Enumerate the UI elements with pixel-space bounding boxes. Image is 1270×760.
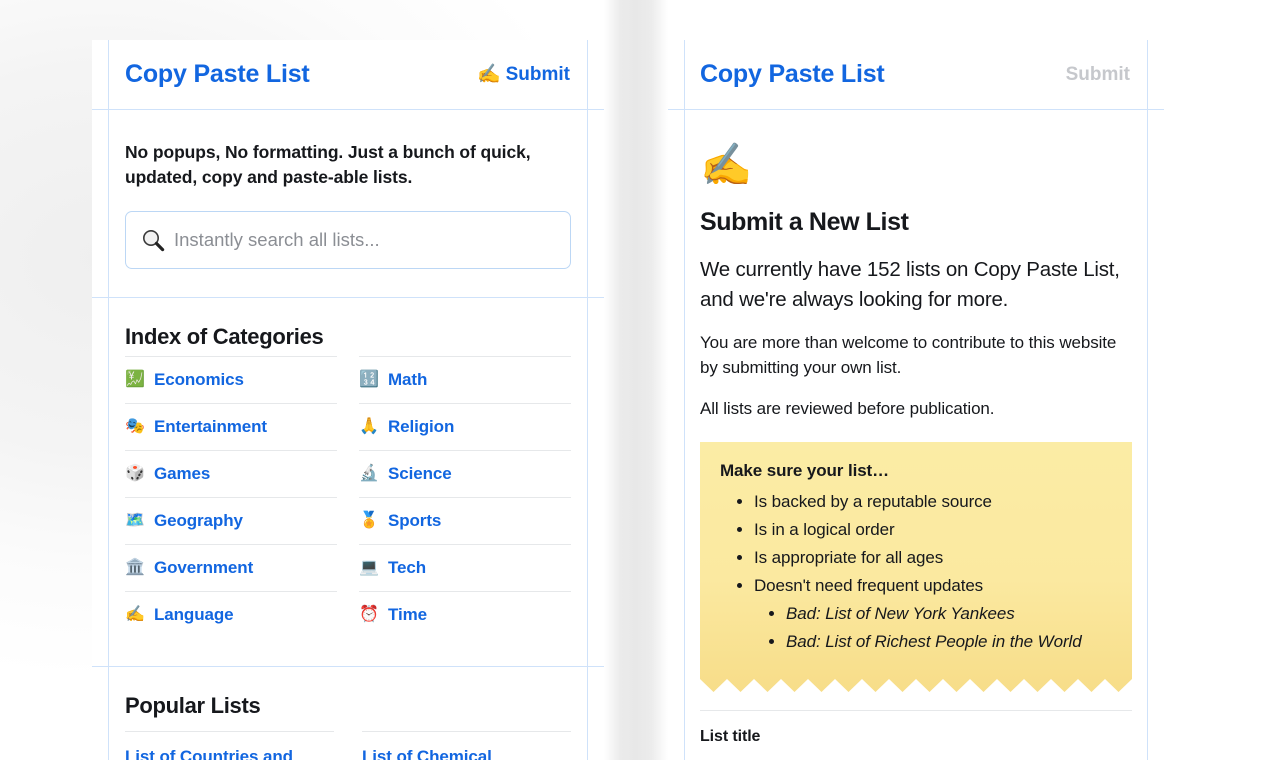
category-item-label: Religion	[388, 417, 455, 436]
popular-list-item[interactable]: List of Chemical	[362, 731, 571, 760]
category-item-label: Government	[154, 558, 254, 577]
guidelines-note: Make sure your list… Is backed by a repu…	[700, 442, 1132, 692]
guidelines-note-body: Make sure your list… Is backed by a repu…	[700, 442, 1132, 692]
alarm-clock-emoji: ⏰	[359, 606, 379, 623]
body-paragraph-1: You are more than welcome to contribute …	[700, 333, 1117, 377]
categories-section: Index of Categories 💹 Economics 🔢 Math 🎭 Ente…	[92, 298, 604, 666]
category-item-games[interactable]: 🎲 Games	[125, 450, 337, 497]
site-logo-link-2[interactable]: Copy Paste List	[700, 60, 885, 89]
guidelines-subitem: Bad: List of New York Yankees	[786, 600, 1112, 628]
popular-lists-section: Popular Lists List of Countries and List …	[92, 667, 604, 760]
praying-hands-emoji: 🙏	[359, 418, 379, 435]
popular-list-item-label: List of Countries and	[125, 747, 293, 760]
guidelines-item: Is backed by a reputable source	[754, 488, 1112, 516]
popular-list-item-label: List of Chemical	[362, 747, 492, 760]
submit-link-label: Submit	[505, 63, 570, 85]
categories-grid: 💹 Economics 🔢 Math 🎭 Entertainment 🙏 Religion 🎲 G…	[125, 356, 571, 638]
microscope-emoji: 🔬	[359, 465, 379, 482]
dice-emoji: 🎲	[125, 465, 145, 482]
site-tagline: No popups, No formatting. Just a bunch o…	[125, 142, 531, 187]
numbers-emoji: 🔢	[359, 371, 379, 388]
map-emoji: 🗺️	[125, 512, 145, 529]
category-item-label: Time	[388, 605, 427, 624]
medal-emoji: 🏅	[359, 512, 379, 529]
body-paragraph-2: All lists are reviewed before publicatio…	[700, 398, 995, 418]
intro-section: No popups, No formatting. Just a bunch o…	[92, 110, 604, 297]
category-item-entertainment[interactable]: 🎭 Entertainment	[125, 403, 337, 450]
category-item-sports[interactable]: 🏅 Sports	[359, 497, 571, 544]
guidelines-item: Doesn't need frequent updatesBad: List o…	[754, 572, 1112, 656]
search-input[interactable]	[174, 228, 556, 251]
search-icon	[140, 227, 174, 253]
form-divider	[700, 709, 1132, 711]
category-item-language[interactable]: ✍️ Language	[125, 591, 337, 638]
left-panel: Copy Paste List ✍️ Submit No popups, No …	[92, 40, 604, 760]
category-item-label: Tech	[388, 558, 427, 577]
category-item-label: Games	[154, 464, 211, 483]
writing-hand-emoji: ✍️	[125, 606, 145, 623]
submit-link[interactable]: ✍️ Submit	[477, 64, 570, 86]
left-panel-header: Copy Paste List ✍️ Submit	[92, 40, 604, 109]
category-item-time[interactable]: ⏰ Time	[359, 591, 571, 638]
lead-paragraph: We currently have 152 lists on Copy Past…	[700, 258, 1120, 311]
submit-link-inactive: Submit	[1065, 63, 1130, 85]
site-logo-link[interactable]: Copy Paste List	[125, 60, 310, 89]
popular-lists-title: Popular Lists	[125, 693, 261, 718]
popular-list-item[interactable]: List of Countries and	[125, 731, 334, 760]
money-chart-emoji: 💹	[125, 371, 145, 388]
laptop-emoji: 💻	[359, 559, 379, 576]
writing-hand-icon-hero: ✍️	[700, 141, 753, 188]
category-item-label: Language	[154, 605, 234, 624]
guidelines-note-title: Make sure your list…	[720, 461, 890, 481]
category-item-science[interactable]: 🔬 Science	[359, 450, 571, 497]
panel-gutter-shadow	[604, 0, 668, 760]
category-item-tech[interactable]: 💻 Tech	[359, 544, 571, 591]
masks-emoji: 🎭	[125, 418, 145, 435]
guidelines-list: Is backed by a reputable sourceIs in a l…	[720, 488, 1112, 655]
category-item-label: Sports	[388, 511, 442, 530]
guidelines-sublist: Bad: List of New York YankeesBad: List o…	[754, 600, 1112, 656]
category-item-religion[interactable]: 🙏 Religion	[359, 403, 571, 450]
guidelines-subitem: Bad: List of Richest People in the World	[786, 628, 1112, 656]
guidelines-item: Is appropriate for all ages	[754, 544, 1112, 572]
category-item-label: Math	[388, 370, 428, 389]
category-item-label: Science	[388, 464, 452, 483]
torn-paper-edge-icon	[700, 678, 1132, 692]
right-panel: Copy Paste List Submit ✍️ Submit a New L…	[668, 40, 1164, 760]
list-title-field-label: List title	[700, 727, 761, 745]
submit-form-section: ✍️ Submit a New List We currently have 1…	[668, 110, 1164, 760]
category-item-math[interactable]: 🔢 Math	[359, 356, 571, 403]
writing-hand-icon: ✍️	[476, 64, 501, 85]
category-item-economics[interactable]: 💹 Economics	[125, 356, 337, 403]
category-item-label: Economics	[154, 370, 244, 389]
classical-building-emoji: 🏛️	[125, 559, 145, 576]
category-item-label: Geography	[154, 511, 243, 530]
category-item-geography[interactable]: 🗺️ Geography	[125, 497, 337, 544]
category-item-government[interactable]: 🏛️ Government	[125, 544, 337, 591]
categories-title: Index of Categories	[125, 324, 324, 349]
guidelines-item: Is in a logical order	[754, 516, 1112, 544]
right-panel-header: Copy Paste List Submit	[668, 40, 1164, 109]
search-box[interactable]	[125, 210, 571, 269]
page-title: Submit a New List	[700, 208, 909, 236]
popular-lists-grid: List of Countries and List of Chemical	[125, 731, 571, 760]
category-item-label: Entertainment	[154, 417, 267, 436]
